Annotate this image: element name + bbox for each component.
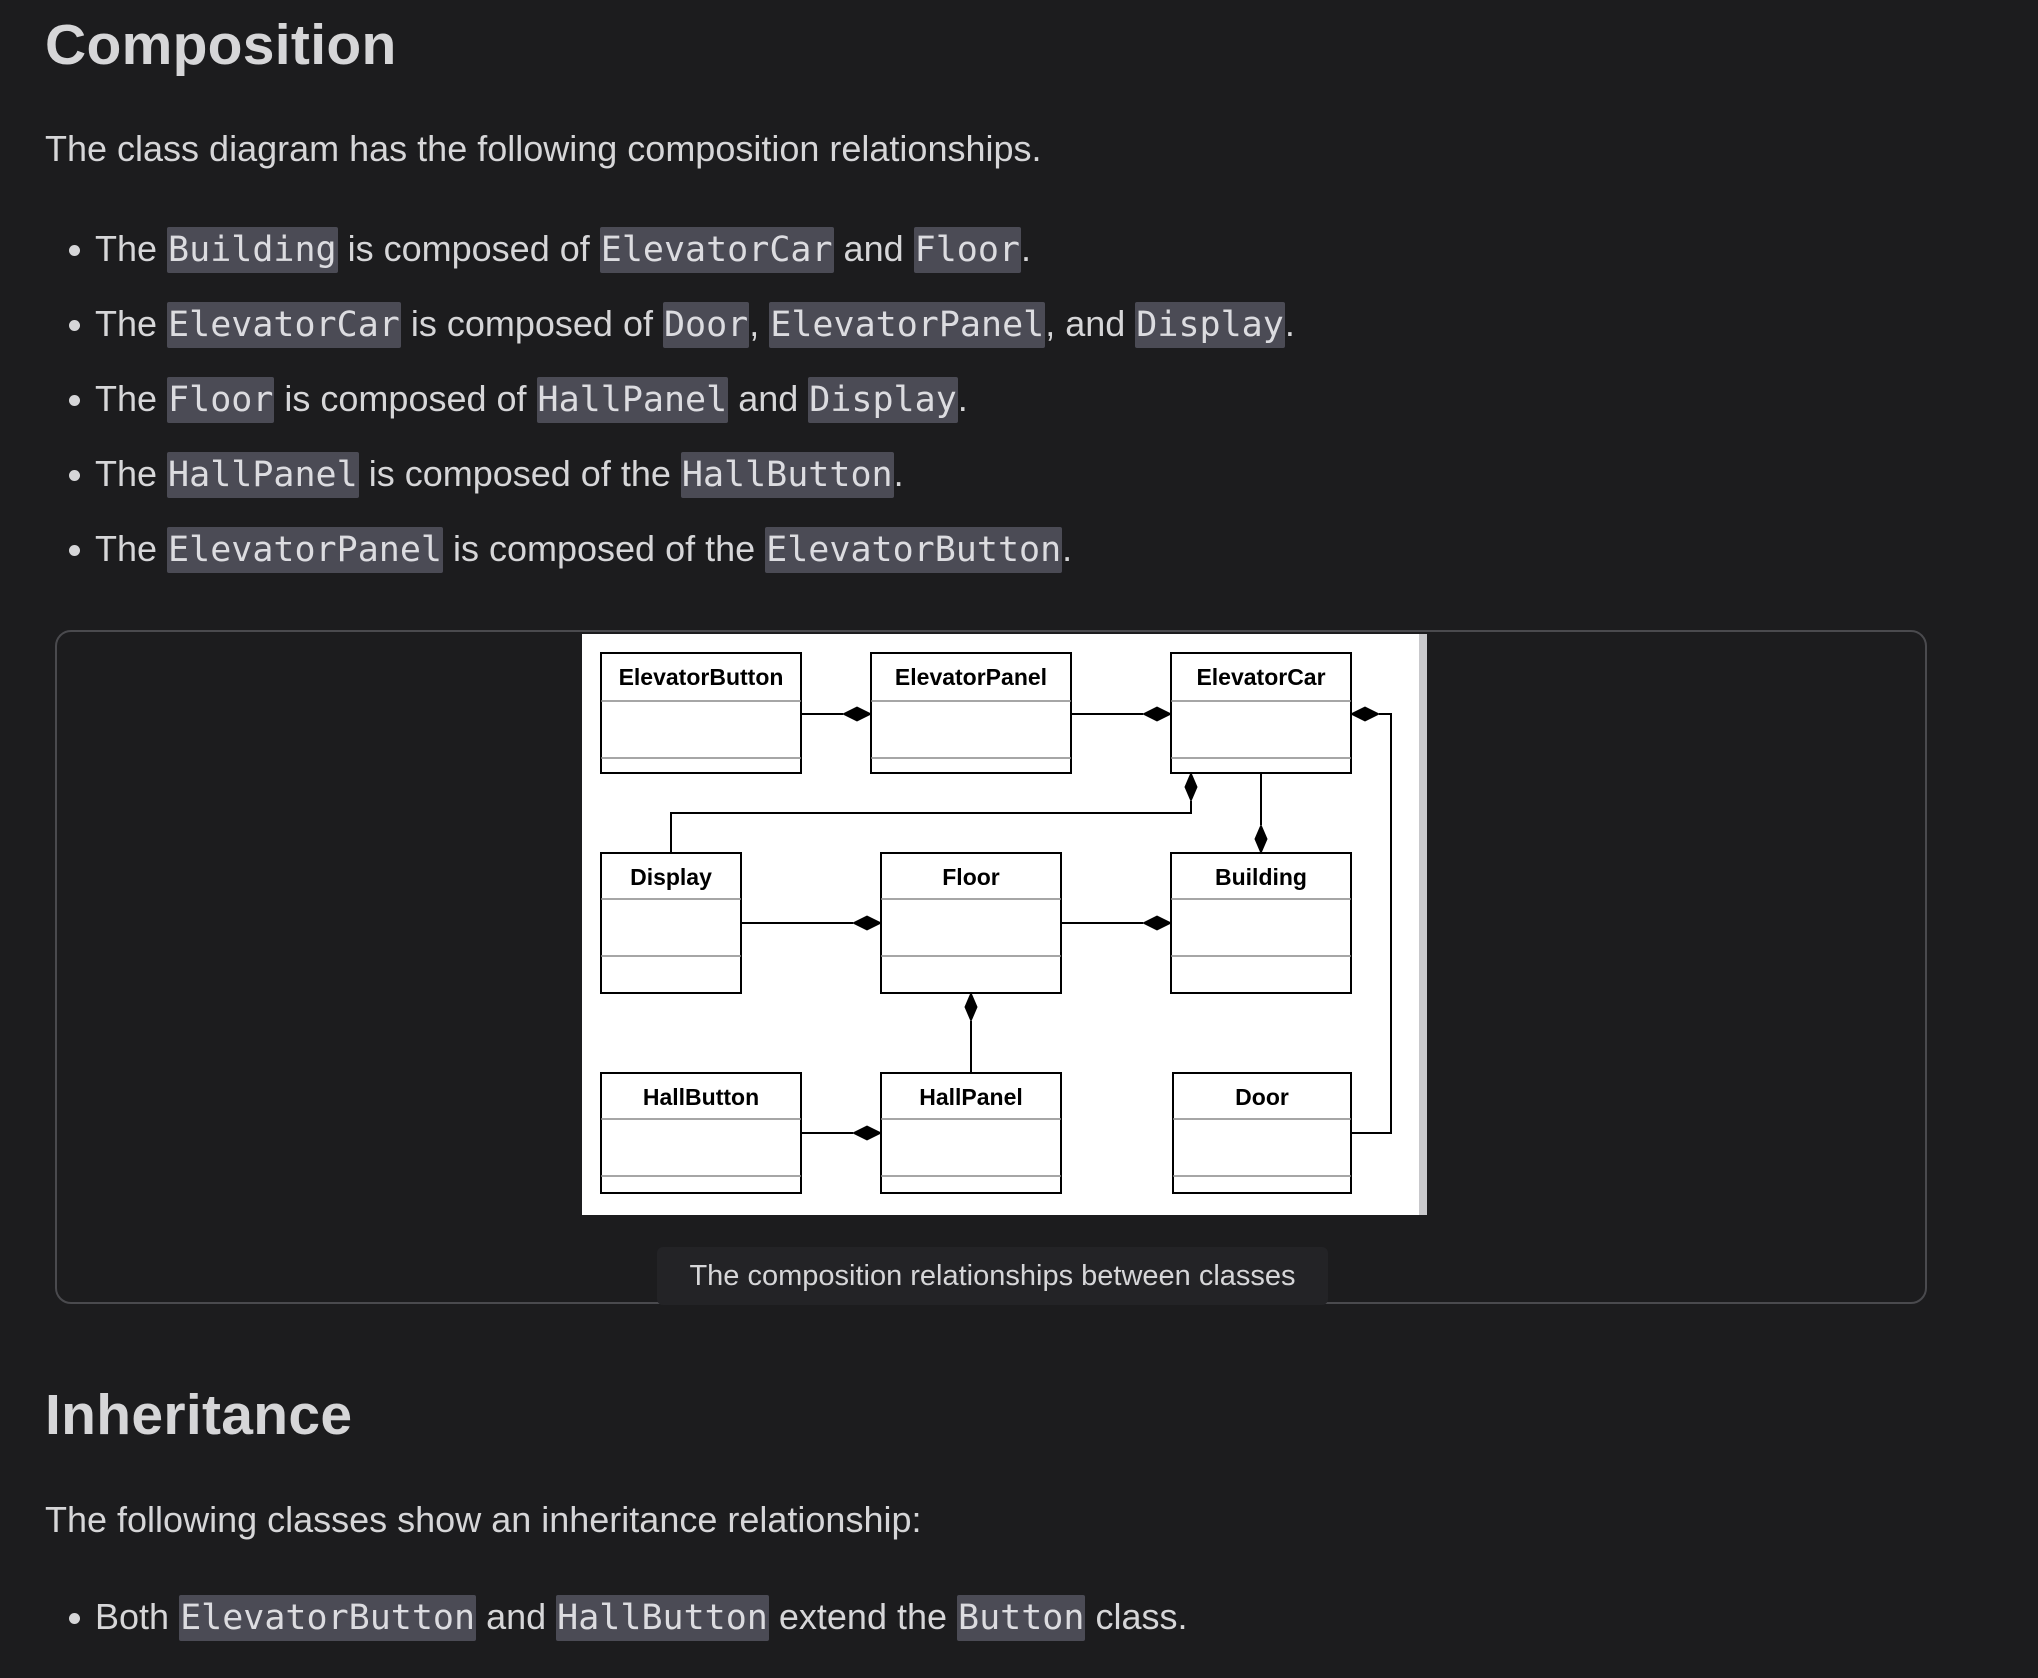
code-elevatorbutton: ElevatorButton bbox=[765, 527, 1063, 573]
composition-list: The Building is composed of ElevatorCar … bbox=[69, 211, 1295, 586]
diamond-icon bbox=[1349, 706, 1381, 722]
code-door: Door bbox=[662, 302, 750, 348]
code-floor: Floor bbox=[167, 377, 275, 423]
inheritance-list: Both ElevatorButton and HallButton exten… bbox=[68, 1579, 1187, 1654]
code-display: Display bbox=[808, 377, 958, 423]
code-hallpanel: HallPanel bbox=[536, 377, 729, 423]
diamond-icon bbox=[841, 706, 873, 722]
class-name-elevatorbutton: ElevatorButton bbox=[619, 664, 784, 690]
class-name-building: Building bbox=[1215, 864, 1307, 890]
code-elevatorpanel: ElevatorPanel bbox=[769, 302, 1046, 348]
code-hallpanel: HallPanel bbox=[167, 452, 359, 498]
code-elevatorcar: ElevatorCar bbox=[167, 302, 401, 348]
diamond-icon bbox=[1254, 823, 1268, 855]
code-floor: Floor bbox=[913, 227, 1021, 273]
figure-caption: The composition relationships between cl… bbox=[657, 1247, 1328, 1305]
list-item: The Floor is composed of HallPanel and D… bbox=[69, 361, 1295, 436]
code-hallbutton: HallButton bbox=[680, 452, 894, 498]
list-item: The ElevatorCar is composed of Door, Ele… bbox=[69, 286, 1295, 361]
diamond-icon bbox=[851, 1125, 883, 1141]
connector-door-elevatorcar bbox=[1351, 713, 1392, 1134]
list-item: The Building is composed of ElevatorCar … bbox=[69, 211, 1295, 286]
composition-intro: The class diagram has the following comp… bbox=[45, 128, 1042, 169]
composition-figure: ElevatorButton ElevatorPanel ElevatorCar… bbox=[55, 630, 1927, 1305]
inheritance-heading: Inheritance bbox=[45, 1383, 353, 1447]
class-name-display: Display bbox=[630, 864, 712, 890]
code-elevatorbutton: ElevatorButton bbox=[179, 1595, 477, 1641]
list-item: The ElevatorPanel is composed of the Ele… bbox=[69, 511, 1295, 586]
code-elevatorcar: ElevatorCar bbox=[599, 227, 834, 273]
class-name-elevatorcar: ElevatorCar bbox=[1196, 664, 1325, 690]
code-display: Display bbox=[1135, 302, 1285, 348]
list-item: Both ElevatorButton and HallButton exten… bbox=[68, 1579, 1187, 1654]
code-elevatorpanel: ElevatorPanel bbox=[167, 527, 443, 573]
connector-display-elevatorcar bbox=[670, 801, 1192, 853]
diamond-icon bbox=[1141, 706, 1173, 722]
class-diagram-svg: ElevatorButton ElevatorPanel ElevatorCar… bbox=[600, 652, 1392, 1194]
code-hallbutton: HallButton bbox=[556, 1595, 769, 1641]
inheritance-intro: The following classes show an inheritanc… bbox=[45, 1499, 922, 1540]
class-diagram: ElevatorButton ElevatorPanel ElevatorCar… bbox=[582, 634, 1427, 1215]
diamond-icon bbox=[1141, 915, 1173, 931]
class-name-floor: Floor bbox=[942, 864, 1000, 890]
diamond-icon bbox=[1184, 771, 1198, 803]
class-name-hallpanel: HallPanel bbox=[919, 1084, 1023, 1110]
diamond-icon bbox=[964, 991, 978, 1023]
class-name-hallbutton: HallButton bbox=[643, 1084, 759, 1110]
code-building: Building bbox=[167, 227, 338, 273]
diamond-icon bbox=[851, 915, 883, 931]
class-name-door: Door bbox=[1235, 1084, 1289, 1110]
list-item: The HallPanel is composed of the HallBut… bbox=[69, 436, 1295, 511]
code-button: Button bbox=[957, 1595, 1086, 1641]
class-name-elevatorpanel: ElevatorPanel bbox=[895, 664, 1047, 690]
composition-heading: Composition bbox=[45, 13, 397, 77]
